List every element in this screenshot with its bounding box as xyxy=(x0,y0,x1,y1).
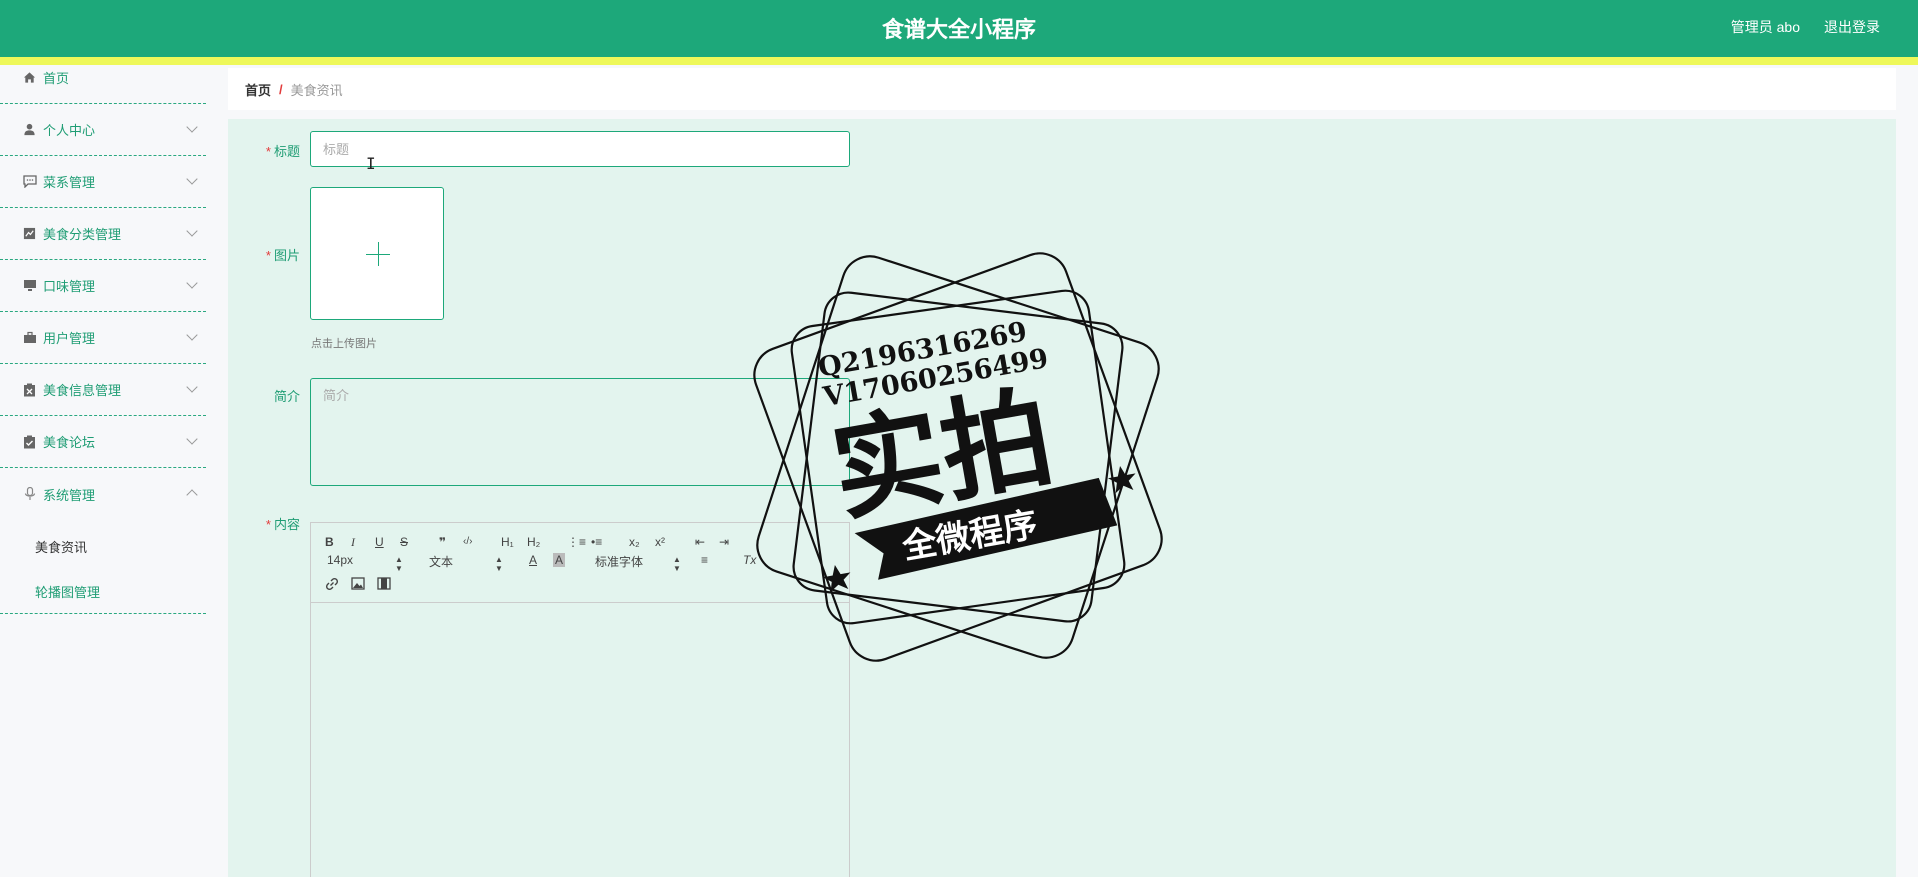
chevron-down-icon xyxy=(186,121,198,133)
clipboard-x-icon xyxy=(22,382,37,397)
clipboard-check-icon xyxy=(22,434,37,449)
user-icon xyxy=(22,122,37,137)
ordered-list-button[interactable]: ⋮≡ xyxy=(567,535,586,549)
logout-button[interactable]: 退出登录 xyxy=(1824,17,1880,37)
sidebar-item-personal-center[interactable]: 个人中心 xyxy=(0,104,206,156)
h1-button[interactable]: H₁ xyxy=(501,535,514,549)
indent-button[interactable]: ⇥ xyxy=(719,535,729,549)
text-cursor-icon: I xyxy=(366,154,376,173)
sidebar-item-label: 用户管理 xyxy=(43,331,96,346)
required-mark: * xyxy=(265,144,271,159)
header-select[interactable]: 文本 ▲ ▼ xyxy=(429,553,509,573)
sidebar-item-label: 口味管理 xyxy=(43,279,96,294)
top-header: 食谱大全小程序 管理员 abo 退出登录 xyxy=(0,0,1918,57)
app-title: 食谱大全小程序 xyxy=(881,17,1036,42)
chevron-up-icon xyxy=(186,489,198,501)
sidebar-item-taste[interactable]: 口味管理 xyxy=(0,260,206,312)
briefcase-icon xyxy=(22,330,37,345)
outdent-button[interactable]: ⇤ xyxy=(695,535,705,549)
bold-button[interactable]: B xyxy=(325,535,334,549)
chevron-down-icon xyxy=(186,433,198,445)
italic-button[interactable]: I xyxy=(351,535,355,549)
select-arrow-icon: ▲ ▼ xyxy=(495,555,503,573)
content-label: * 内容 xyxy=(265,517,300,532)
font-family-select[interactable]: 标准字体 ▲ ▼ xyxy=(595,553,685,573)
video-button[interactable] xyxy=(377,577,391,593)
sidebar-item-label: 首页 xyxy=(43,71,70,86)
sidebar-item-cuisine[interactable]: 菜系管理 xyxy=(0,156,206,208)
bullet-list-button[interactable]: •≡ xyxy=(591,535,602,549)
monitor-icon xyxy=(22,278,37,293)
breadcrumb-separator: / xyxy=(279,81,283,97)
strike-button[interactable]: S xyxy=(400,535,408,549)
code-button[interactable]: ‹/› xyxy=(463,535,472,549)
chart-icon xyxy=(22,226,37,241)
chevron-down-icon xyxy=(186,173,198,185)
superscript-button[interactable]: x² xyxy=(655,535,665,549)
breadcrumb: 首页 / 美食资讯 xyxy=(228,68,1896,110)
sidebar-item-system[interactable]: 系统管理 xyxy=(0,468,206,520)
sidebar-item-label: 美食分类管理 xyxy=(43,227,122,242)
sidebar-item-users[interactable]: 用户管理 xyxy=(0,312,206,364)
image-button[interactable] xyxy=(351,577,365,593)
sidebar-item-home[interactable]: 首页 xyxy=(0,52,206,104)
intro-label: 简介 xyxy=(273,389,300,404)
sidebar-item-food-info[interactable]: 美食信息管理 xyxy=(0,364,206,416)
sidebar-divider xyxy=(0,613,206,614)
microphone-icon xyxy=(22,487,37,502)
breadcrumb-current: 美食资讯 xyxy=(290,82,343,98)
link-button[interactable] xyxy=(325,577,339,594)
subscript-button[interactable]: x₂ xyxy=(629,535,640,549)
sidebar-item-label: 美食论坛 xyxy=(43,435,96,450)
sidebar-item-label: 个人中心 xyxy=(43,123,96,138)
select-arrow-icon: ▲ ▼ xyxy=(395,555,403,573)
image-upload-button[interactable] xyxy=(310,187,444,320)
link-icon xyxy=(325,577,339,591)
align-button[interactable]: ≡ xyxy=(701,553,708,567)
underline-button[interactable]: U xyxy=(375,535,384,549)
sidebar-item-label: 美食信息管理 xyxy=(43,383,122,398)
image-label: * 图片 xyxy=(265,248,300,263)
background-color-button[interactable]: A xyxy=(553,553,566,567)
home-icon xyxy=(22,70,37,85)
sidebar-item-label: 菜系管理 xyxy=(43,175,96,190)
sidebar: 首页 个人中心 菜系管理 美食分类管理 口味管理 用户管理 美食信息管理 美食论… xyxy=(0,65,206,877)
title-label: * 标题 xyxy=(265,144,300,159)
chat-icon xyxy=(22,174,37,189)
chevron-down-icon xyxy=(186,381,198,393)
sidebar-item-forum[interactable]: 美食论坛 xyxy=(0,416,206,468)
required-mark: * xyxy=(265,517,271,532)
current-user-label: 管理员 abo xyxy=(1730,19,1800,35)
required-mark: * xyxy=(265,248,271,263)
chevron-down-icon xyxy=(186,225,198,237)
upload-hint: 点击上传图片 xyxy=(311,338,377,350)
text-color-button[interactable]: A xyxy=(529,553,537,567)
watermark-stamp: Q2196316269 V17060256499 实拍 全微程序 xyxy=(753,252,1163,662)
sidebar-subitem-food-news[interactable]: 美食资讯 xyxy=(35,537,87,556)
quote-button[interactable]: ❞ xyxy=(439,535,446,549)
sidebar-item-label: 系统管理 xyxy=(43,487,96,503)
breadcrumb-home[interactable]: 首页 xyxy=(245,80,271,99)
font-size-select[interactable]: 14px ▲ ▼ xyxy=(327,553,407,573)
sidebar-item-food-category[interactable]: 美食分类管理 xyxy=(0,208,206,260)
header-accent-stripe xyxy=(0,57,1918,65)
sidebar-subitem-carousel[interactable]: 轮播图管理 xyxy=(35,582,100,601)
chevron-down-icon xyxy=(186,329,198,341)
image-icon xyxy=(351,577,365,590)
h2-button[interactable]: H₂ xyxy=(527,535,540,549)
video-icon xyxy=(377,577,391,590)
select-arrow-icon: ▲ ▼ xyxy=(673,555,681,573)
chevron-down-icon xyxy=(186,277,198,289)
title-input[interactable] xyxy=(310,131,850,167)
